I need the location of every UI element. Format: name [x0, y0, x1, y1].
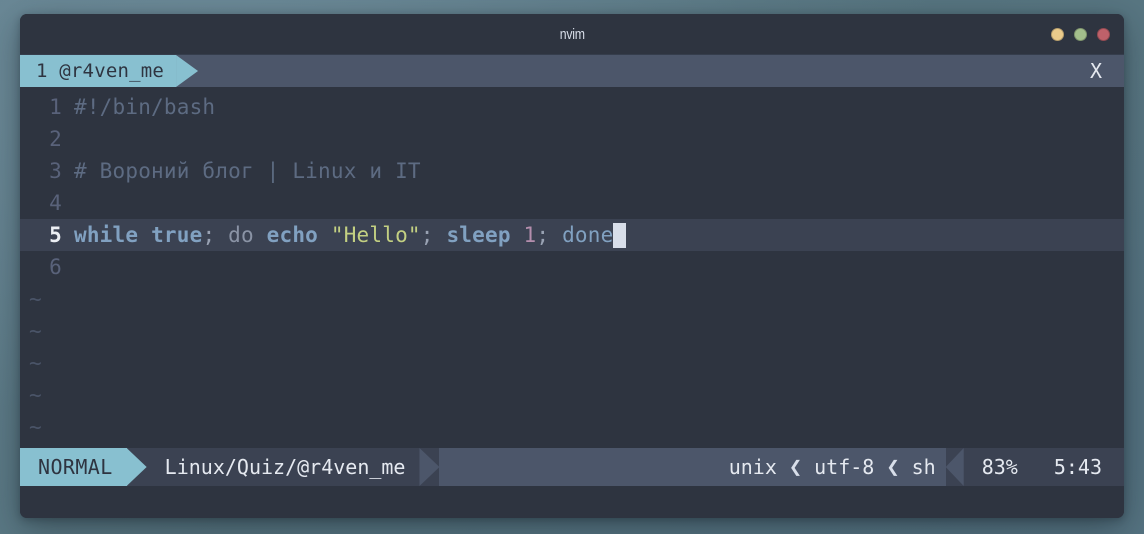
empty-line-row: ~ — [20, 283, 1124, 315]
code-token: "Hello" — [330, 222, 421, 247]
maximize-button[interactable] — [1074, 27, 1087, 41]
code-token: while — [74, 222, 139, 247]
line-text: # Вороний блог | Linux и IT — [74, 159, 1124, 183]
tilde-marker: ~ — [29, 287, 42, 311]
code-line[interactable]: 5 while true; do echo "Hello"; sleep 1; d… — [20, 219, 1124, 251]
status-separator-2-icon: ❮ — [884, 448, 902, 486]
tab-active[interactable]: 1 @r4ven_me — [20, 55, 177, 87]
status-mode: NORMAL — [20, 448, 127, 486]
text-cursor — [613, 222, 627, 248]
empty-line-markers: ~ ~ ~ ~ ~ — [20, 283, 1124, 443]
status-percent: 83% — [963, 448, 1036, 486]
empty-line-row: ~ — [20, 347, 1124, 379]
code-line[interactable]: 3 # Вороний блог | Linux и IT — [20, 155, 1124, 187]
window-controls — [1051, 14, 1110, 54]
code-line[interactable]: 4 — [20, 187, 1124, 219]
status-filepath: Linux/Quiz/@r4ven_me — [146, 448, 420, 486]
window-title: nvim — [559, 25, 585, 43]
line-number: 4 — [49, 191, 62, 215]
code-token: ; — [420, 222, 447, 247]
tabline: 1 @r4ven_me X — [20, 55, 1124, 87]
window-titlebar: nvim — [20, 14, 1124, 55]
tilde-marker: ~ — [29, 415, 42, 439]
code-token: 1 — [523, 222, 537, 247]
code-token: ; — [536, 222, 563, 247]
line-text: while true; do echo "Hello"; sleep 1; do… — [74, 222, 1124, 248]
status-separator-1-icon: ❮ — [786, 448, 805, 486]
code-lines: 1 #!/bin/bash 2 3 # Вороний блог | Linux и I… — [20, 91, 1124, 283]
tab-powerline-arrow-icon — [176, 55, 199, 87]
code-token: do — [228, 222, 254, 247]
status-fileformat: unix — [718, 448, 787, 486]
status-position: 5:43 — [1035, 448, 1124, 486]
status-filetype: sh — [901, 448, 946, 486]
window-footer-padding — [20, 486, 1124, 518]
code-token: #!/bin/bash — [74, 95, 216, 119]
empty-line-row: ~ — [20, 379, 1124, 411]
code-token: sleep — [446, 222, 511, 247]
empty-line-row: ~ — [20, 315, 1124, 347]
tilde-marker: ~ — [29, 351, 42, 375]
line-number: 1 — [49, 95, 62, 119]
line-number: 2 — [49, 127, 62, 151]
status-spacer — [439, 448, 719, 486]
line-number: 3 — [49, 159, 62, 183]
status-right-arrow-icon — [945, 448, 964, 486]
code-token: done — [562, 222, 614, 247]
editor-buffer[interactable]: 1 #!/bin/bash 2 3 # Вороний блог | Linux и I… — [20, 87, 1124, 448]
empty-line-row: ~ — [20, 411, 1124, 443]
tilde-marker: ~ — [29, 319, 42, 343]
code-token: # Вороний блог | Linux и IT — [74, 159, 421, 183]
line-number: 5 — [49, 223, 62, 247]
close-button[interactable] — [1097, 27, 1110, 41]
tab-close-icon[interactable]: X — [1080, 55, 1124, 87]
line-text: #!/bin/bash — [74, 95, 1124, 119]
code-token: echo — [266, 222, 319, 247]
minimize-button[interactable] — [1051, 27, 1064, 41]
code-token: true — [151, 222, 203, 247]
code-line[interactable]: 2 — [20, 123, 1124, 155]
code-token: ; — [202, 222, 229, 247]
statusline: NORMAL Linux/Quiz/@r4ven_me unix ❮ utf-8… — [20, 448, 1124, 486]
code-line[interactable]: 1 #!/bin/bash — [20, 91, 1124, 123]
tilde-marker: ~ — [29, 383, 42, 407]
status-mode-arrow-icon — [126, 448, 147, 486]
status-path-arrow-icon — [419, 448, 440, 486]
nvim-window: nvim 1 @r4ven_me X 1 #!/bin/bash 2 3 # Ворон… — [20, 14, 1124, 518]
code-line[interactable]: 6 — [20, 251, 1124, 283]
status-encoding: utf-8 — [804, 448, 885, 486]
line-number: 6 — [49, 255, 62, 279]
